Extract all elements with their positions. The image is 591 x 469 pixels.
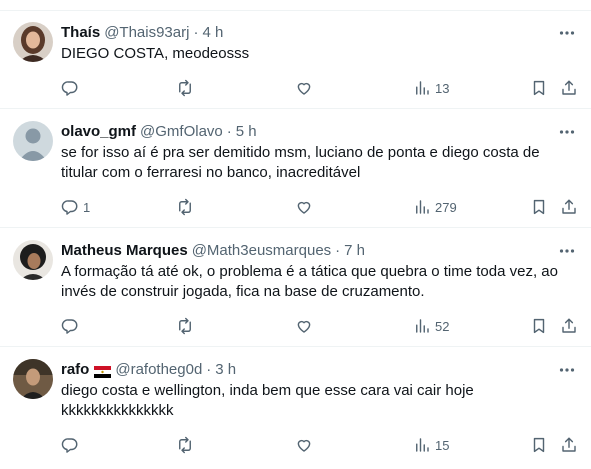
tweet-text: se for isso aí é pra ser demitido msm, l… <box>61 144 540 181</box>
views-chart-icon <box>416 438 429 452</box>
share-button[interactable] <box>560 316 578 336</box>
timestamp[interactable]: 3 h <box>215 360 236 380</box>
like-button[interactable] <box>295 197 313 217</box>
views-chart-icon <box>416 200 429 214</box>
tweet[interactable]: Thaís @Thais93arj · 4 h DIEGO COSTA, meo… <box>0 10 591 109</box>
bookmark-icon <box>533 199 545 215</box>
reply-button[interactable] <box>61 435 83 455</box>
more-options-icon[interactable] <box>558 361 576 379</box>
more-options-icon[interactable] <box>558 242 576 260</box>
avatar[interactable] <box>13 359 53 399</box>
reply-icon <box>61 438 78 453</box>
bookmark-button[interactable] <box>530 78 548 98</box>
more-options-icon[interactable] <box>558 24 576 42</box>
separator-dot: · <box>206 361 212 378</box>
like-button[interactable] <box>295 435 313 455</box>
retweet-button[interactable] <box>176 78 194 98</box>
tweet[interactable]: Matheus Marques @Math3eusmarques · 7 h A… <box>0 229 591 347</box>
separator-dot: · <box>193 24 199 41</box>
bookmark-button[interactable] <box>530 197 548 217</box>
views-count: 279 <box>435 199 457 215</box>
author-name[interactable]: olavo_gmf <box>61 122 136 142</box>
timestamp[interactable]: 4 h <box>202 23 223 43</box>
reply-count: 1 <box>83 199 91 215</box>
tweet-text: A formação tá até ok, o problema é a tát… <box>61 263 558 300</box>
views-count: 13 <box>435 80 450 96</box>
share-button[interactable] <box>560 197 578 217</box>
views-chart-icon <box>416 81 429 95</box>
heart-icon <box>297 201 311 214</box>
retweet-icon <box>179 198 191 216</box>
share-button[interactable] <box>560 78 578 98</box>
retweet-icon <box>179 79 191 97</box>
views-count: 15 <box>435 437 450 453</box>
share-button[interactable] <box>560 435 578 455</box>
more-options-icon[interactable] <box>558 123 576 141</box>
retweet-icon <box>179 317 191 335</box>
bookmark-icon <box>533 318 545 334</box>
share-icon <box>562 318 576 333</box>
avatar[interactable] <box>13 240 53 280</box>
tweet[interactable]: olavo_gmf @GmfOlavo · 5 h se for isso aí… <box>0 110 591 228</box>
avatar[interactable] <box>13 121 53 161</box>
reply-button[interactable]: 1 <box>61 197 90 217</box>
heart-icon <box>297 439 311 452</box>
action-bar: 1 279 <box>61 197 581 217</box>
share-icon <box>562 199 576 214</box>
share-icon <box>562 437 576 452</box>
avatar[interactable] <box>13 22 53 62</box>
timestamp[interactable]: 5 h <box>236 122 257 142</box>
retweet-button[interactable] <box>176 197 194 217</box>
egypt-flag-icon <box>94 364 112 378</box>
reply-button[interactable] <box>61 316 83 336</box>
tweet-text: diego costa e wellington, inda bem que e… <box>61 382 474 419</box>
like-button[interactable] <box>295 316 313 336</box>
retweet-button[interactable] <box>176 435 194 455</box>
views-button[interactable]: 13 <box>413 78 449 98</box>
separator-dot: · <box>226 123 232 140</box>
tweet-text: DIEGO COSTA, meodeosss <box>61 45 250 62</box>
author-handle[interactable]: @Math3eusmarques <box>192 241 331 261</box>
separator-dot: · <box>335 242 341 259</box>
share-icon <box>562 80 576 95</box>
author-handle[interactable]: @GmfOlavo <box>140 122 223 142</box>
reply-icon <box>61 200 78 215</box>
views-count: 52 <box>435 318 450 334</box>
views-button[interactable]: 52 <box>413 316 449 336</box>
author-name[interactable]: rafo <box>61 360 89 380</box>
like-button[interactable] <box>295 78 313 98</box>
views-chart-icon <box>416 319 429 333</box>
reply-icon <box>61 81 78 96</box>
author-name[interactable]: Thaís <box>61 23 100 43</box>
author-handle[interactable]: @rafotheg0d <box>115 360 202 380</box>
views-button[interactable]: 279 <box>413 197 457 217</box>
bookmark-button[interactable] <box>530 316 548 336</box>
retweet-icon <box>179 436 191 454</box>
heart-icon <box>297 320 311 333</box>
tweet-feed: Thaís @Thais93arj · 4 h DIEGO COSTA, meo… <box>0 0 591 469</box>
heart-icon <box>297 82 311 95</box>
action-bar: 15 <box>61 435 581 455</box>
retweet-button[interactable] <box>176 316 194 336</box>
bookmark-icon <box>533 80 545 96</box>
action-bar: 13 <box>61 78 581 98</box>
tweet[interactable]: rafo @rafotheg0d · 3 h diego costa e wel… <box>0 348 591 469</box>
author-name[interactable]: Matheus Marques <box>61 241 188 261</box>
reply-icon <box>61 319 78 334</box>
author-handle[interactable]: @Thais93arj <box>104 23 189 43</box>
bookmark-button[interactable] <box>530 435 548 455</box>
timestamp[interactable]: 7 h <box>344 241 365 261</box>
bookmark-icon <box>533 437 545 453</box>
action-bar: 52 <box>61 316 581 336</box>
reply-button[interactable] <box>61 78 83 98</box>
views-button[interactable]: 15 <box>413 435 449 455</box>
